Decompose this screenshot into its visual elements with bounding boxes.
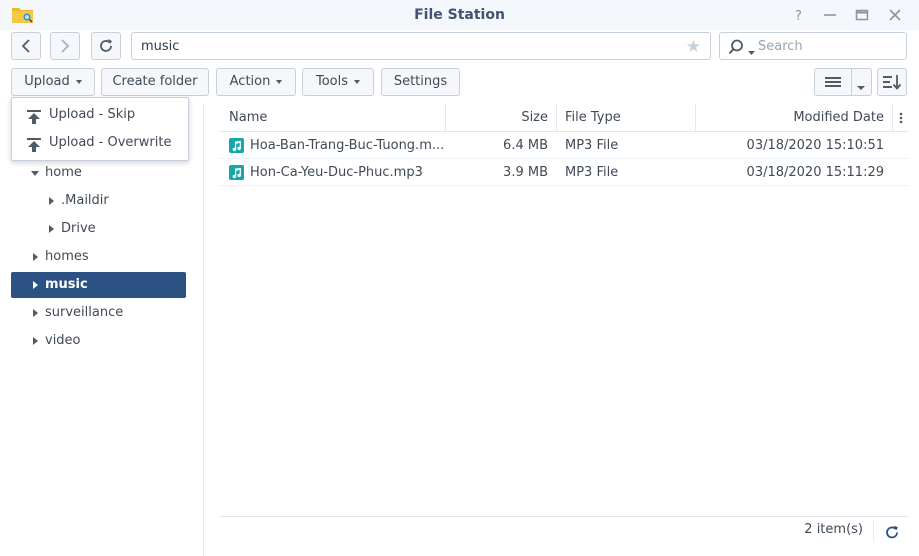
- action-button[interactable]: Action: [216, 68, 296, 96]
- chevron-right-icon[interactable]: [33, 309, 38, 317]
- chevron-down-icon: [276, 79, 283, 84]
- sidebar-item-maildir[interactable]: .Maildir: [11, 188, 186, 214]
- refresh-icon[interactable]: [884, 524, 900, 544]
- upload-label: Upload: [24, 74, 70, 89]
- column-header-modified[interactable]: Modified Date: [696, 104, 884, 131]
- sidebar-item-label: video: [45, 333, 81, 348]
- column-resizer[interactable]: [556, 104, 557, 131]
- menu-item-upload-skip[interactable]: Upload - Skip: [12, 101, 188, 129]
- forward-button[interactable]: [50, 32, 80, 60]
- divider: [873, 521, 874, 541]
- chevron-right-icon[interactable]: [33, 253, 38, 261]
- search-box[interactable]: [719, 32, 907, 60]
- back-button[interactable]: [11, 32, 41, 60]
- file-size: 3.9 MB: [503, 165, 548, 180]
- title-bar: File Station ?: [0, 0, 919, 30]
- sidebar-item-music[interactable]: music: [11, 272, 186, 298]
- column-header-type[interactable]: File Type: [565, 104, 621, 131]
- chevron-right-icon[interactable]: [33, 337, 38, 345]
- upload-button[interactable]: Upload: [11, 68, 95, 96]
- list-view-icon[interactable]: [824, 75, 842, 93]
- star-icon[interactable]: ★: [686, 37, 701, 57]
- settings-button[interactable]: Settings: [381, 68, 460, 96]
- sidebar-divider: [203, 104, 204, 556]
- item-count: 2 item(s): [804, 522, 863, 537]
- path-text: music: [141, 39, 180, 54]
- minimize-icon[interactable]: [821, 6, 839, 24]
- chevron-right-icon[interactable]: [49, 225, 54, 233]
- search-icon[interactable]: [728, 39, 746, 59]
- action-label: Action: [229, 74, 271, 89]
- sidebar-item-label: home: [45, 165, 82, 180]
- chevron-down-icon[interactable]: [857, 80, 865, 95]
- sidebar-item-video[interactable]: video: [11, 328, 186, 354]
- search-input[interactable]: [758, 37, 898, 55]
- file-size: 6.4 MB: [503, 138, 548, 153]
- chevron-down-icon: [75, 79, 82, 84]
- create-folder-button[interactable]: Create folder: [101, 68, 209, 96]
- sort-button[interactable]: [877, 68, 907, 96]
- column-resizer[interactable]: [892, 104, 893, 131]
- chevron-right-icon[interactable]: [33, 281, 38, 289]
- file-modified: 03/18/2020 15:10:51: [746, 138, 884, 153]
- menu-item-upload-overwrite[interactable]: Upload - Overwrite: [12, 129, 188, 157]
- sidebar-item-homes[interactable]: homes: [11, 244, 186, 270]
- file-name: Hon-Ca-Yeu-Duc-Phuc.mp3: [250, 165, 423, 180]
- file-type: MP3 File: [565, 138, 619, 153]
- sidebar-item-label: Drive: [61, 221, 96, 236]
- sidebar-item-label: homes: [45, 249, 89, 264]
- sidebar-item-drive[interactable]: Drive: [11, 216, 186, 242]
- refresh-icon: [100, 39, 112, 52]
- upload-menu: Upload - Skip Upload - Overwrite: [11, 97, 189, 161]
- menu-item-label: Upload - Overwrite: [49, 135, 172, 150]
- menu-item-label: Upload - Skip: [49, 107, 136, 122]
- column-menu-icon[interactable]: [898, 111, 904, 129]
- sidebar-item-label: surveillance: [45, 305, 124, 320]
- file-modified: 03/18/2020 15:11:29: [746, 165, 884, 180]
- sidebar-item-label: .Maildir: [61, 193, 109, 208]
- chevron-down-icon: [354, 79, 361, 84]
- column-header-size[interactable]: Size: [446, 104, 548, 131]
- music-file-icon: [229, 165, 244, 180]
- sidebar: home .Maildir Drive homes music surveill…: [0, 104, 203, 556]
- file-type: MP3 File: [565, 165, 619, 180]
- table-row[interactable]: Hoa-Ban-Trang-Buc-Tuong.m... 6.4 MB MP3 …: [219, 132, 909, 159]
- table-row[interactable]: Hon-Ca-Yeu-Duc-Phuc.mp3 3.9 MB MP3 File …: [219, 159, 909, 186]
- chevron-right-icon: [61, 39, 70, 53]
- settings-label: Settings: [393, 74, 448, 89]
- sidebar-item-label: music: [45, 277, 88, 292]
- sort-icon: [883, 75, 902, 90]
- divider: [851, 69, 852, 95]
- view-mode-button[interactable]: [814, 68, 872, 96]
- tools-label: Tools: [315, 74, 349, 89]
- music-file-icon: [229, 138, 244, 153]
- chevron-down-icon[interactable]: [31, 171, 39, 176]
- svg-text:?: ?: [795, 9, 802, 24]
- refresh-button[interactable]: [91, 32, 121, 60]
- path-bar[interactable]: music ★: [131, 32, 711, 60]
- upload-icon: [26, 136, 42, 164]
- file-name: Hoa-Ban-Trang-Buc-Tuong.m...: [250, 138, 445, 153]
- create-folder-label: Create folder: [112, 74, 198, 89]
- chevron-right-icon[interactable]: [49, 197, 54, 205]
- footer-divider: [219, 516, 909, 517]
- tools-button[interactable]: Tools: [302, 68, 374, 96]
- sidebar-item-surveillance[interactable]: surveillance: [11, 300, 186, 326]
- maximize-icon[interactable]: [853, 6, 871, 24]
- chevron-left-icon: [21, 39, 30, 53]
- chevron-down-icon[interactable]: [748, 45, 755, 60]
- file-list: Name Size File Type Modified Date Hoa-Ba…: [219, 104, 909, 544]
- column-header-name[interactable]: Name: [229, 104, 267, 131]
- window-title: File Station: [414, 7, 505, 23]
- help-icon[interactable]: ?: [790, 6, 808, 24]
- close-icon[interactable]: [886, 6, 904, 24]
